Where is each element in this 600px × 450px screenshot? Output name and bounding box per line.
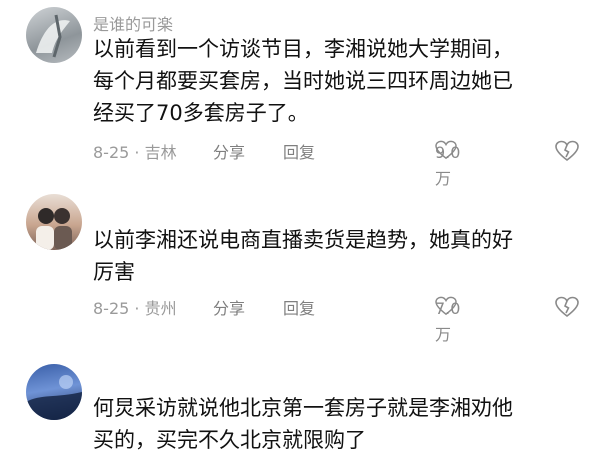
avatar-image [26,375,82,420]
comment-text-line: 以前看到一个访谈节目，李湘说她大学期间， [93,37,513,61]
avatar-image [36,14,70,58]
reply-button[interactable]: 回复 [283,296,315,322]
broken-heart-icon [555,140,579,162]
avatar-image [36,208,72,250]
share-button[interactable]: 分享 [213,296,245,322]
like-count: 7.0万 [435,299,461,344]
share-button[interactable]: 分享 [213,140,245,166]
comment-text-line: 何炅采访就说他北京第一套房子就是李湘劝他 [93,396,513,420]
comment-item: 是谁的可楽 以前看到一个访谈节目，李湘说她大学期间， 每个月都要买套房，当时她说… [0,0,600,188]
comment-text-line: 买的，买完不久北京就限购了 [93,428,366,450]
comment-meta: 8-25 · 吉林 分享 回复 9.0万 [93,140,583,188]
comment-text: 何炅采访就说他北京第一套房子就是李湘劝他 买的，买完不久北京就限购了 [93,392,583,450]
reply-button[interactable]: 回复 [283,140,315,166]
comment-text-line: 经买了70多套房子了。 [93,101,309,125]
comment-date-location: 8-25 · 吉林 [93,143,177,162]
broken-heart-icon [555,296,579,318]
username[interactable]: 是谁的可楽 [93,11,173,35]
comment-text: 以前看到一个访谈节目，李湘说她大学期间， 每个月都要买套房，当时她说三四环周边她… [93,33,583,129]
comment-text: 以前李湘还说电商直播卖货是趋势，她真的好 厉害 [93,224,583,288]
comment-text-line: 厉害 [93,260,135,284]
comment-text-line: 每个月都要买套房，当时她说三四环周边她已 [93,69,513,93]
like-count: 9.0万 [435,143,461,188]
avatar[interactable] [26,7,82,63]
comment-text-line: 以前李湘还说电商直播卖货是趋势，她真的好 [93,228,513,252]
avatar[interactable] [26,194,82,250]
avatar[interactable] [26,364,82,420]
comment-item: 何炅采访就说他北京第一套房子就是李湘劝他 买的，买完不久北京就限购了 [0,356,600,450]
comment-date-location: 8-25 · 贵州 [93,299,177,318]
comment-item: 以前李湘还说电商直播卖货是趋势，她真的好 厉害 8-25 · 贵州 分享 回复 … [0,190,600,344]
comment-meta: 8-25 · 贵州 分享 回复 7.0万 [93,296,583,344]
